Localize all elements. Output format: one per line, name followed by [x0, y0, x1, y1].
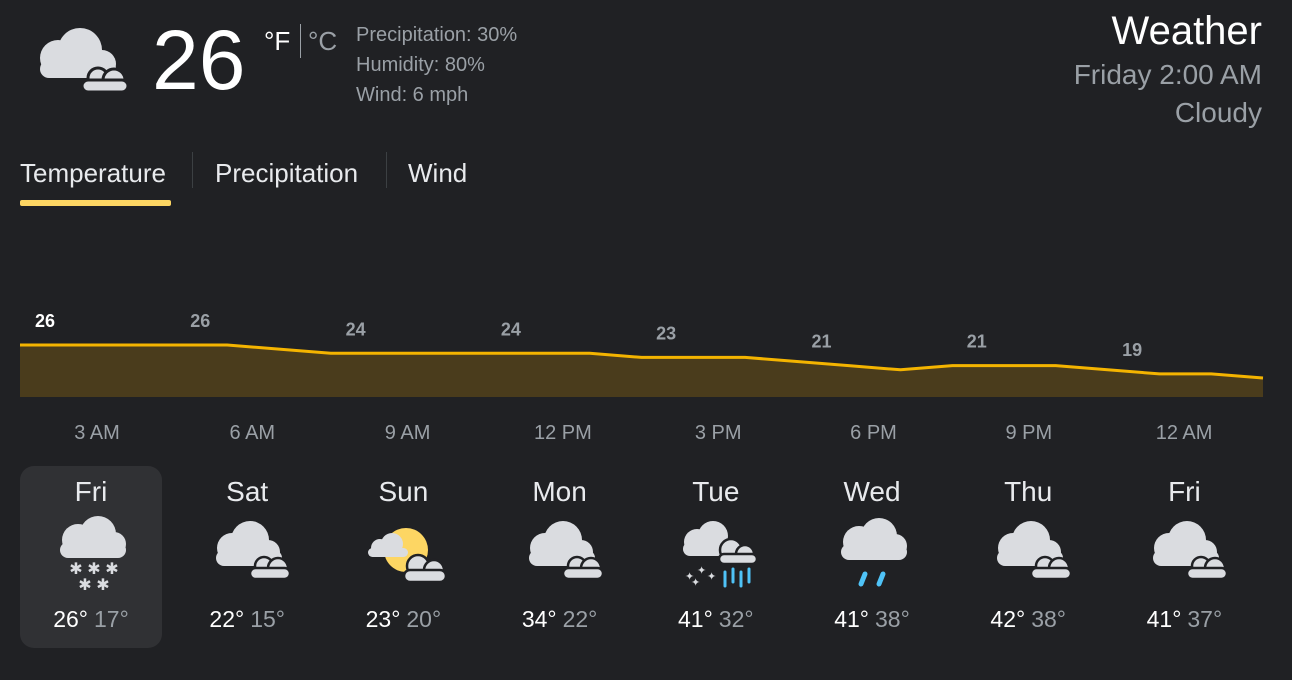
tab-divider — [192, 152, 193, 188]
day-name: Mon — [532, 476, 587, 507]
day-temps: 42° 38° — [957, 606, 1099, 633]
day-temps: 41° 37° — [1113, 606, 1255, 633]
chart-area — [20, 345, 1263, 397]
partly-cloudy-night-icon — [358, 514, 448, 594]
wind-text: Wind: 6 mph — [356, 84, 469, 106]
day-temps: 41° 38° — [801, 606, 943, 633]
unit-celsius-button[interactable]: °C — [308, 26, 337, 57]
chart-point-label: 24 — [501, 319, 521, 339]
day-temps: 26° 17° — [20, 606, 162, 633]
day-high: 42° — [990, 606, 1026, 632]
chart-tick-label: 12 AM — [1155, 422, 1213, 444]
day-name: Thu — [1004, 476, 1053, 507]
day-high: 23° — [365, 606, 401, 632]
chart-point-label: 23 — [656, 323, 676, 343]
svg-text:✱: ✱ — [96, 575, 109, 594]
current-details: Precipitation: 30% Humidity: 80% Wind: 6… — [356, 20, 517, 110]
cloudy-icon — [202, 514, 292, 594]
forecast-day-1[interactable]: Sat 22° 15° — [176, 466, 318, 648]
chart-tick-label: 6 PM — [850, 422, 897, 444]
forecast-day-2[interactable]: Sun 23° 20° — [332, 466, 474, 648]
chart-point-label: 24 — [346, 319, 366, 339]
day-high: 41° — [834, 606, 869, 632]
chart-point-label: 21 — [967, 332, 987, 352]
snow-icon: ✱ ✱ ✱ ✱ ✱ — [46, 514, 136, 594]
day-name: Fri — [74, 476, 108, 507]
tab-precipitation[interactable]: Precipitation — [215, 156, 358, 190]
chart-tick-label: 9 AM — [384, 422, 431, 444]
chart-tick-label: 3 PM — [694, 422, 742, 444]
cloudy-icon — [1139, 514, 1229, 594]
precipitation-text: Precipitation: 30% — [356, 24, 518, 46]
tab-divider — [386, 152, 387, 188]
day-low: 20° — [406, 606, 442, 632]
chart-point-label: 26 — [35, 311, 55, 331]
forecast-day-3[interactable]: Mon 34° 22° — [489, 466, 631, 648]
tab-temperature[interactable]: Temperature — [20, 156, 166, 190]
chart-tick-label: 9 PM — [1005, 422, 1053, 444]
day-high: 22° — [209, 606, 245, 632]
tab-wind[interactable]: Wind — [408, 156, 467, 190]
svg-text:✦: ✦ — [691, 576, 700, 589]
day-low: 37° — [1187, 606, 1223, 632]
day-low: 22° — [562, 606, 598, 632]
day-name: Fri — [1168, 476, 1201, 507]
forecast-day-4[interactable]: Tue ✦ ✦ ✦ ✦ 41° 32° — [645, 466, 787, 648]
day-name: Tue — [692, 476, 740, 507]
unit-fahrenheit-button[interactable]: °F — [264, 26, 290, 57]
chart-tick-label: 12 PM — [533, 422, 592, 444]
chart-point-label: 19 — [1122, 340, 1142, 360]
day-low: 38° — [875, 606, 910, 632]
svg-text:✦: ✦ — [707, 570, 716, 583]
day-temps: 23° 20° — [332, 606, 474, 633]
chart-tick-label: 6 AM — [229, 422, 276, 444]
day-temps: 22° 15° — [176, 606, 318, 633]
temperature-chart: 26 26 24 24 23 21 21 19 — [20, 311, 1264, 397]
condition-text: Cloudy — [1174, 97, 1262, 128]
day-temps: 41° 32° — [645, 606, 787, 633]
forecast-day-0[interactable]: Fri ✱ ✱ ✱ ✱ ✱ 26° 17° — [20, 466, 162, 648]
day-high: 34° — [521, 606, 557, 632]
forecast-day-6[interactable]: Thu 42° 38° — [957, 466, 1099, 648]
chart-tick-label: 3 AM — [74, 422, 120, 444]
day-high: 41° — [1146, 606, 1182, 632]
day-low: 32° — [718, 606, 754, 632]
forecast-day-5[interactable]: Wed 41° 38° — [801, 466, 943, 648]
cloudy-icon — [983, 514, 1073, 594]
svg-text:✱: ✱ — [78, 575, 91, 594]
current-temperature: 26 — [152, 13, 246, 107]
day-name: Sat — [226, 476, 269, 507]
humidity-text: Humidity: 80% — [356, 54, 485, 76]
date-time: Friday 2:00 AM — [1073, 59, 1262, 90]
chart-point-label: 26 — [190, 311, 210, 331]
snow-rain-icon: ✦ ✦ ✦ ✦ — [671, 514, 761, 594]
day-high: 26° — [53, 606, 88, 632]
day-low: 15° — [250, 606, 285, 632]
app-title: Weather — [1111, 9, 1262, 53]
forecast-day-7[interactable]: Fri 41° 37° — [1113, 466, 1255, 648]
unit-divider — [300, 24, 301, 58]
day-low: 17° — [94, 606, 129, 632]
day-name: Wed — [843, 476, 901, 507]
cloudy-icon — [24, 24, 132, 96]
tab-selected-indicator — [20, 200, 171, 206]
day-high: 41° — [678, 606, 713, 632]
day-temps: 34° 22° — [489, 606, 631, 633]
rain-icon — [827, 514, 917, 594]
day-low: 38° — [1031, 606, 1066, 632]
day-name: Sun — [378, 476, 429, 507]
cloudy-icon — [515, 514, 605, 594]
chart-point-label: 21 — [811, 332, 831, 352]
